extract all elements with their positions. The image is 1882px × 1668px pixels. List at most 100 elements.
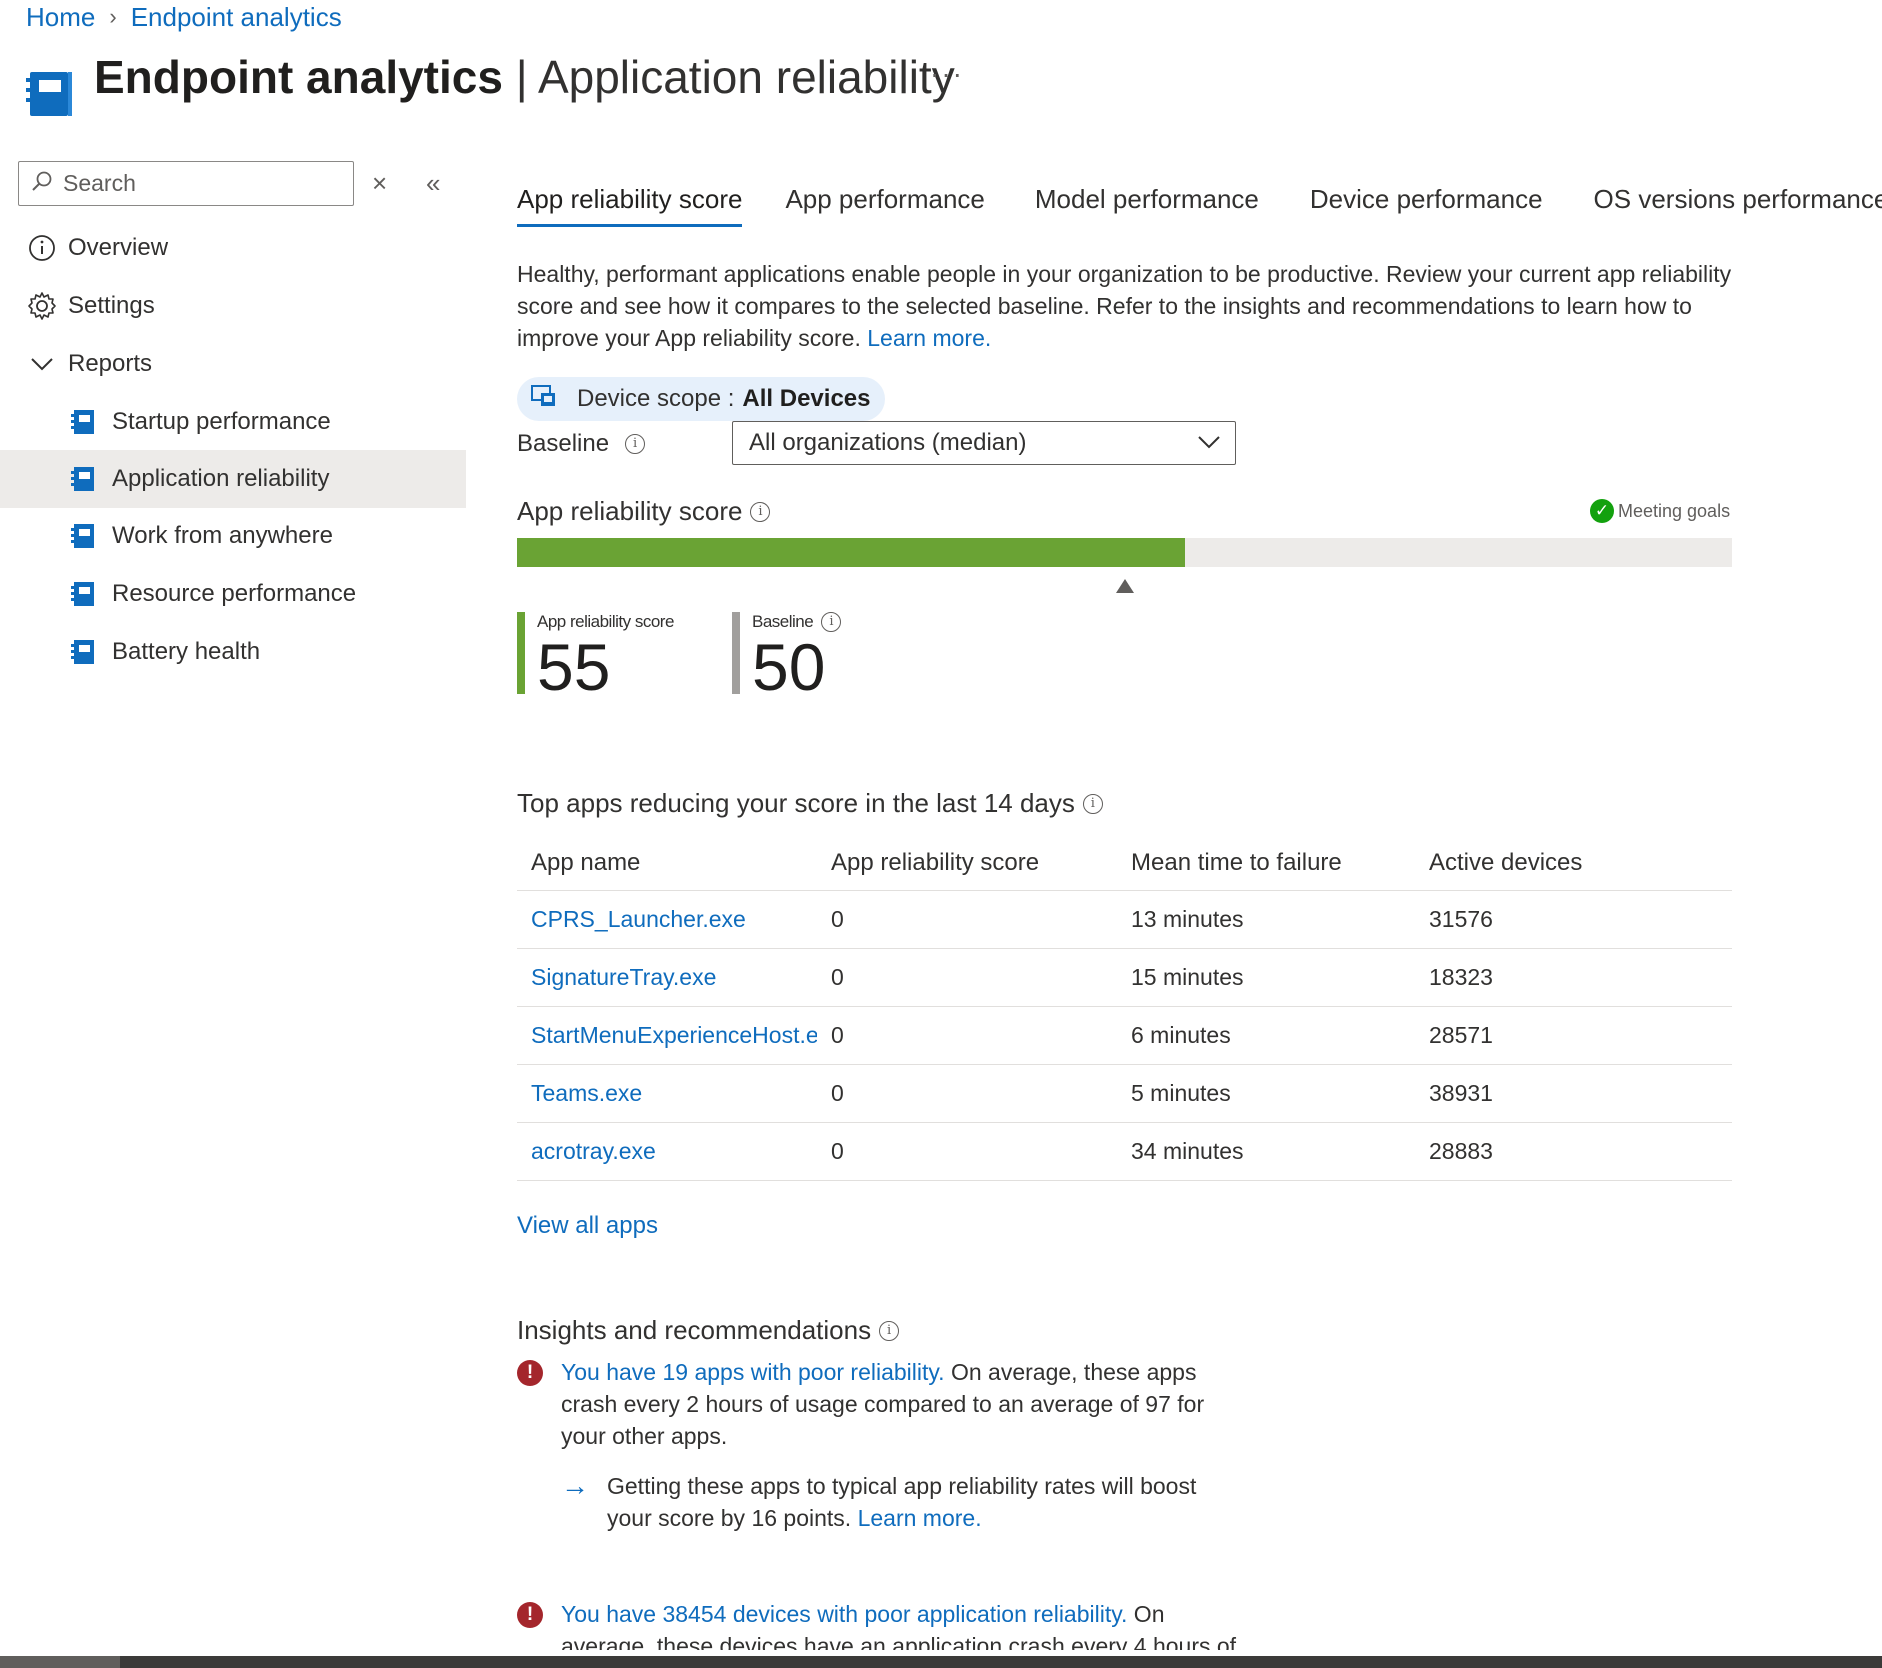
report-icon [64, 408, 104, 436]
table-header-row: App name App reliability score Mean time… [517, 836, 1732, 891]
baseline-selected-value: All organizations (median) [749, 429, 1027, 456]
column-header-app-name[interactable]: App name [517, 849, 817, 877]
baseline-dropdown[interactable]: All organizations (median) [732, 421, 1236, 465]
app-name-link[interactable]: CPRS_Launcher.exe [531, 906, 746, 932]
more-options-button[interactable]: ··· [930, 58, 964, 90]
sidebar-item-label: Battery health [112, 638, 261, 665]
report-icon [64, 638, 104, 666]
score-progress-fill [517, 538, 1186, 567]
search-icon [31, 170, 53, 197]
tab-app-performance[interactable]: App performance [785, 184, 984, 227]
sidebar-item-application-reliability[interactable]: Application reliability [0, 450, 466, 508]
column-header-active-devices[interactable]: Active devices [1415, 849, 1732, 877]
app-reliability-report-icon [26, 66, 76, 118]
table-row: Teams.exe 0 5 minutes 38931 [517, 1065, 1732, 1123]
sidebar-item-resource-performance[interactable]: Resource performance [0, 565, 466, 623]
search-placeholder: Search [63, 170, 136, 196]
sidebar-item-label: Reports [68, 350, 153, 377]
app-name-link[interactable]: acrotray.exe [531, 1138, 656, 1164]
top-apps-table: App name App reliability score Mean time… [517, 836, 1732, 1181]
error-icon: ! [517, 1602, 543, 1628]
gear-icon [22, 291, 62, 321]
tab-model-performance[interactable]: Model performance [1035, 184, 1259, 227]
mttf-cell: 34 minutes [1131, 1138, 1244, 1164]
score-kpi-label: App reliability score [537, 612, 674, 631]
learn-more-link[interactable]: Learn more. [867, 325, 991, 351]
active-devices-cell: 28883 [1429, 1138, 1493, 1164]
sidebar-item-label: Startup performance [112, 408, 331, 435]
sidebar-item-label: Application reliability [112, 465, 330, 492]
score-kpi-value: 55 [537, 630, 611, 704]
mttf-cell: 13 minutes [1131, 906, 1244, 932]
baseline-kpi-value: 50 [752, 630, 826, 704]
sidebar-item-label: Resource performance [112, 580, 357, 607]
sidebar-item-startup-performance[interactable]: Startup performance [0, 393, 466, 451]
table-row: CPRS_Launcher.exe 0 13 minutes 31576 [517, 891, 1732, 949]
column-header-app-reliability-score[interactable]: App reliability score [817, 849, 1117, 877]
app-score-cell: 0 [831, 1022, 844, 1048]
sidebar-item-settings[interactable]: Settings [0, 277, 466, 335]
baseline-kpi-info-icon[interactable]: i [821, 612, 842, 632]
breadcrumb-home-link[interactable]: Home [26, 2, 95, 33]
table-row: SignatureTray.exe 0 15 minutes 18323 [517, 949, 1732, 1007]
recommendation-text: Getting these apps to typical app reliab… [607, 1470, 1241, 1534]
device-scope-value: All Devices [742, 385, 871, 412]
description-text: Healthy, performant applications enable … [517, 261, 1732, 351]
insights-heading: Insights and recommendations i [517, 1315, 900, 1346]
baseline-info-icon[interactable]: i [625, 434, 646, 454]
tab-os-versions-performance[interactable]: OS versions performance [1594, 184, 1882, 227]
device-scope-icon [531, 384, 557, 414]
baseline-kpi: Baseline i 50 [732, 612, 842, 700]
poor-reliability-apps-link[interactable]: You have 19 apps with poor reliability. [561, 1359, 945, 1385]
report-icon [64, 465, 104, 493]
active-devices-cell: 31576 [1429, 906, 1493, 932]
breadcrumb-endpoint-analytics-link[interactable]: Endpoint analytics [131, 2, 342, 33]
insights-info-icon[interactable]: i [879, 1320, 900, 1341]
report-description: Healthy, performant applications enable … [517, 258, 1737, 354]
tab-app-reliability-score[interactable]: App reliability score [517, 184, 743, 227]
baseline-marker-icon [1115, 579, 1134, 593]
collapse-sidebar-button[interactable]: « [426, 168, 440, 199]
top-apps-heading: Top apps reducing your score in the last… [517, 788, 1103, 819]
recommendation-learn-more-link[interactable]: Learn more. [858, 1505, 982, 1531]
sidebar-item-label: Settings [68, 292, 155, 319]
poor-reliability-devices-link[interactable]: You have 38454 devices with poor applica… [561, 1601, 1127, 1627]
score-info-icon[interactable]: i [750, 501, 771, 522]
tab-device-performance[interactable]: Device performance [1310, 184, 1543, 227]
insights-heading-text: Insights and recommendations [517, 1315, 872, 1345]
column-header-mean-time-to-failure[interactable]: Mean time to failure [1117, 849, 1415, 877]
error-icon: ! [517, 1360, 543, 1386]
app-name-link[interactable]: StartMenuExperienceHost.e [531, 1022, 817, 1048]
app-name-link[interactable]: Teams.exe [531, 1080, 642, 1106]
baseline-label: Baseline i [517, 430, 646, 458]
table-row: acrotray.exe 0 34 minutes 28883 [517, 1123, 1732, 1181]
sidebar-item-battery-health[interactable]: Battery health [0, 623, 466, 681]
app-name-link[interactable]: SignatureTray.exe [531, 964, 716, 990]
sidebar-item-work-from-anywhere[interactable]: Work from anywhere [0, 507, 466, 565]
recommendation-item: → Getting these apps to typical app reli… [561, 1470, 1241, 1534]
device-scope-label: Device scope : [577, 385, 735, 412]
arrow-right-icon: → [561, 1470, 589, 1501]
app-score-cell: 0 [831, 1138, 844, 1164]
clear-search-button[interactable]: × [372, 168, 387, 199]
app-score-cell: 0 [831, 1080, 844, 1106]
sidebar-item-label: Overview [68, 234, 169, 261]
report-icon [64, 522, 104, 550]
chevron-down-icon [1197, 429, 1221, 457]
report-tabs: App reliability score App performance Mo… [517, 184, 1882, 227]
active-devices-cell: 18323 [1429, 964, 1493, 990]
page-title-primary: Endpoint analytics [94, 51, 503, 103]
mttf-cell: 6 minutes [1131, 1022, 1231, 1048]
device-scope-button[interactable]: Device scope : All Devices [517, 377, 885, 421]
top-apps-info-icon[interactable]: i [1082, 793, 1103, 814]
sidebar-item-reports[interactable]: Reports [0, 335, 466, 393]
info-circle-icon [22, 234, 62, 262]
sidebar-search-input[interactable]: Search [18, 161, 354, 206]
table-row: StartMenuExperienceHost.e 0 6 minutes 28… [517, 1007, 1732, 1065]
insight-item: ! You have 19 apps with poor reliability… [517, 1356, 1237, 1452]
sidebar-item-overview[interactable]: Overview [0, 219, 466, 277]
app-reliability-score-heading: App reliability score i [517, 496, 771, 527]
view-all-apps-link[interactable]: View all apps [517, 1212, 658, 1240]
active-devices-cell: 38931 [1429, 1080, 1493, 1106]
taskbar-strip [0, 1656, 1882, 1668]
